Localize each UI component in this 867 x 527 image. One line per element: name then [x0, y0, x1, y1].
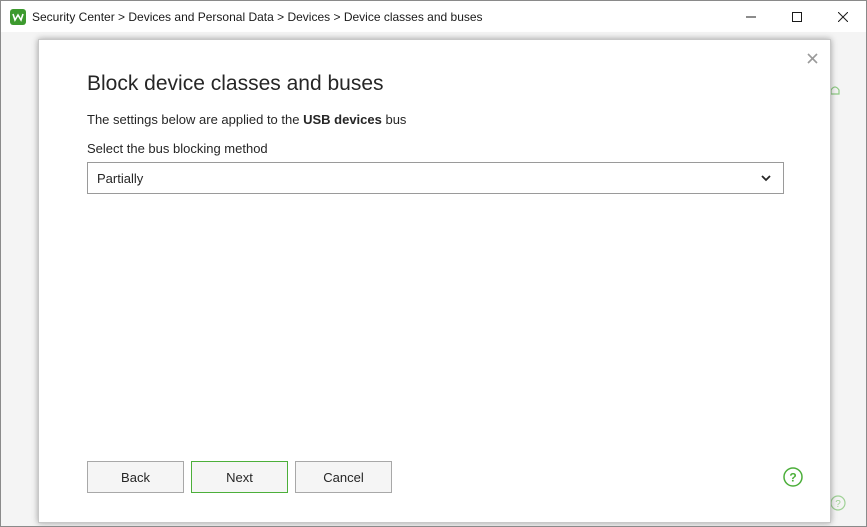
window-title: Security Center > Devices and Personal D… — [32, 9, 483, 24]
close-window-button[interactable] — [820, 1, 866, 32]
svg-text:?: ? — [789, 471, 796, 485]
description-bus-name: USB devices — [303, 112, 382, 127]
blocking-method-value: Partially — [97, 170, 144, 186]
method-label: Select the bus blocking method — [87, 141, 268, 156]
app-logo-icon — [10, 8, 26, 25]
block-device-dialog: Block device classes and buses The setti… — [38, 39, 831, 523]
help-icon[interactable]: ? — [783, 467, 803, 487]
cancel-button[interactable]: Cancel — [295, 461, 392, 493]
dialog-title: Block device classes and buses — [87, 72, 384, 95]
blocking-method-select[interactable]: Partially — [87, 162, 784, 194]
description-prefix: The settings below are applied to the — [87, 112, 304, 127]
dialog-description: The settings below are applied to the US… — [87, 112, 406, 127]
chevron-down-icon — [759, 171, 773, 185]
next-button[interactable]: Next — [191, 461, 288, 493]
svg-text:?: ? — [835, 499, 841, 510]
window-controls — [728, 1, 866, 32]
title-bar: Security Center > Devices and Personal D… — [1, 1, 866, 32]
background-help-icon: ? — [830, 495, 846, 516]
app-window: Security Center > Devices and Personal D… — [0, 0, 867, 527]
description-suffix: bus — [381, 112, 407, 127]
back-button[interactable]: Back — [87, 461, 184, 493]
minimize-button[interactable] — [728, 1, 774, 32]
close-icon[interactable] — [804, 50, 820, 66]
maximize-button[interactable] — [774, 1, 820, 32]
